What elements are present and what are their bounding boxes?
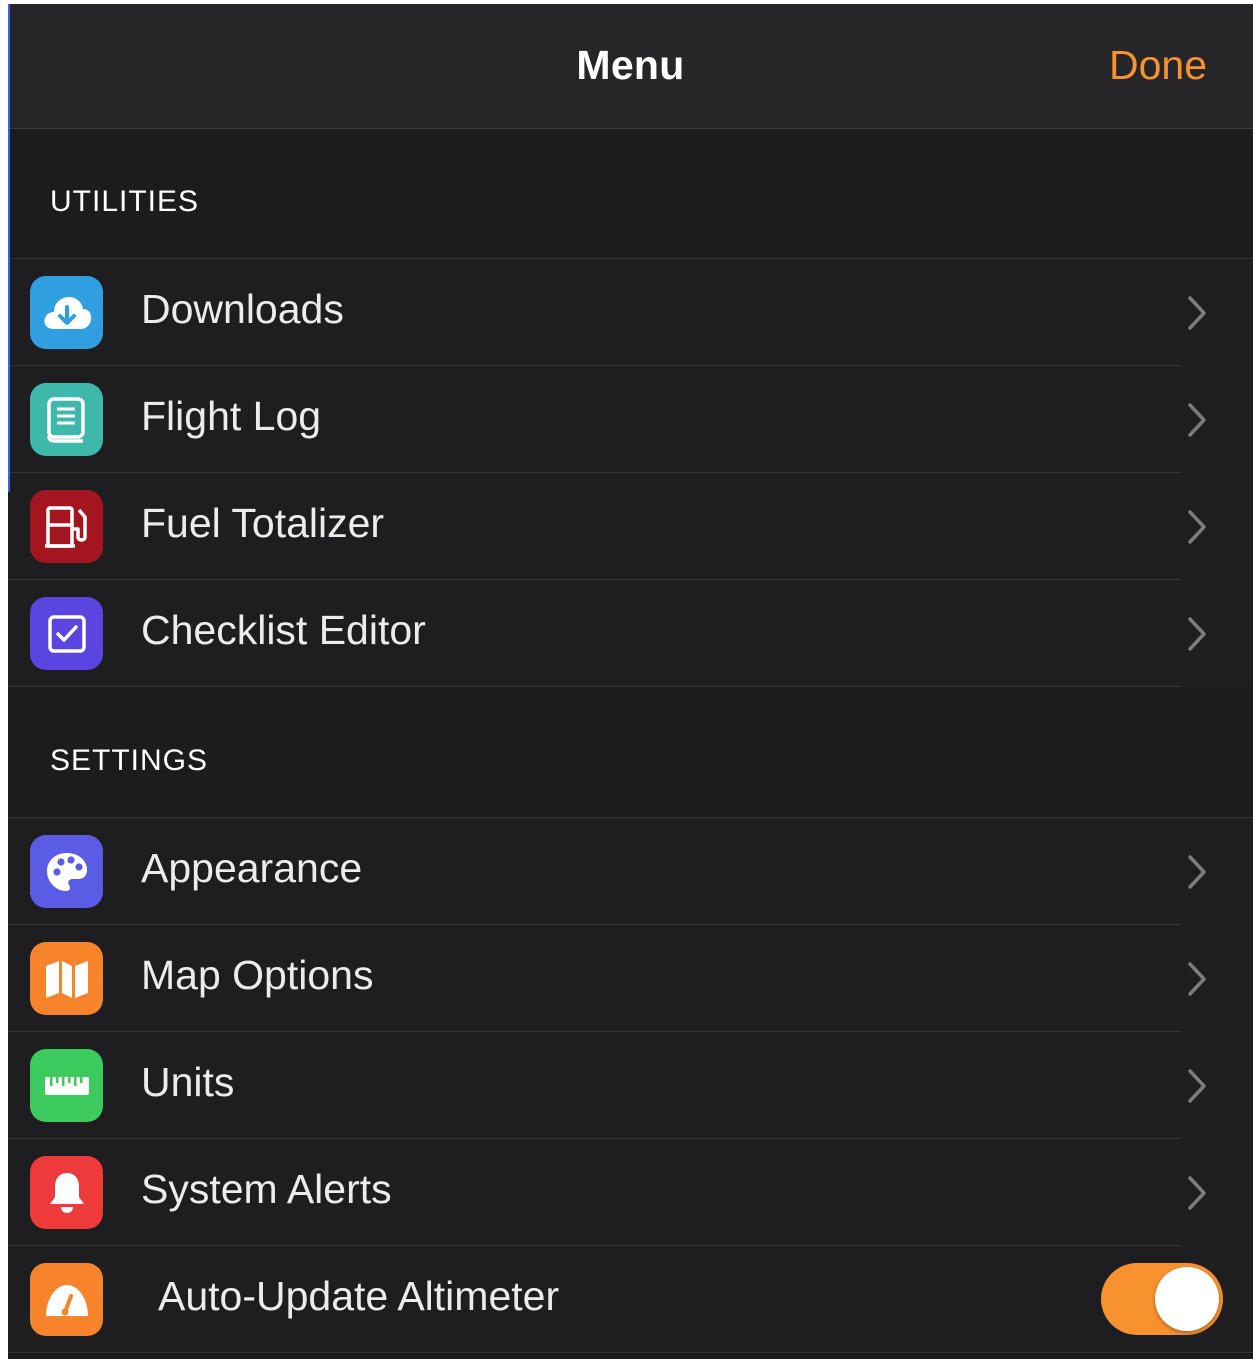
ruler-icon (30, 1049, 103, 1122)
map-icon (30, 942, 103, 1015)
chevron-right-icon (1188, 510, 1206, 544)
navigation-bar: Menu Done (8, 4, 1253, 129)
menu-item-flight-log[interactable]: Flight Log (8, 366, 1253, 473)
menu-item-label: Map Options (141, 952, 374, 998)
menu-item-appearance[interactable]: Appearance (8, 818, 1253, 925)
chevron-right-icon (1188, 962, 1206, 996)
fuel-pump-icon (30, 490, 103, 563)
chevron-right-icon (1188, 296, 1206, 330)
chevron-right-icon (1188, 855, 1206, 889)
menu-item-label: Checklist Editor (141, 607, 426, 653)
chevron-right-icon (1188, 403, 1206, 437)
altimeter-gauge-icon (30, 1263, 103, 1336)
toggle-knob (1155, 1267, 1219, 1331)
logbook-icon (30, 383, 103, 456)
chevron-right-icon (1188, 617, 1206, 651)
menu-item-label: Units (141, 1059, 235, 1105)
menu-item-label: Auto-Update Altimeter (158, 1273, 560, 1319)
section-header-settings: SETTINGS (50, 744, 209, 777)
palette-icon (30, 835, 103, 908)
menu-item-label: Appearance (141, 845, 363, 891)
menu-item-fuel-totalizer[interactable]: Fuel Totalizer (8, 473, 1253, 580)
menu-item-label: Flight Log (141, 393, 322, 439)
menu-item-auto-update-altimeter: Auto-Update Altimeter (8, 1246, 1253, 1353)
chevron-right-icon (1188, 1176, 1206, 1210)
menu-item-downloads[interactable]: Downloads (8, 259, 1253, 366)
menu-item-units[interactable]: Units (8, 1032, 1253, 1139)
utilities-group: Downloads Flight Log Fuel Totalizer Chec… (8, 258, 1253, 687)
menu-item-checklist-editor[interactable]: Checklist Editor (8, 580, 1253, 687)
menu-screen: Menu Done UTILITIES Downloads Flight Log… (8, 4, 1253, 1359)
menu-item-label: Fuel Totalizer (141, 500, 385, 546)
done-button[interactable]: Done (1109, 42, 1207, 89)
settings-group: Appearance Map Options Units System Aler… (8, 817, 1253, 1353)
left-edge-accent (8, 4, 10, 492)
menu-item-map-options[interactable]: Map Options (8, 925, 1253, 1032)
bell-icon (30, 1156, 103, 1229)
page-title: Menu (576, 42, 685, 88)
menu-item-system-alerts[interactable]: System Alerts (8, 1139, 1253, 1246)
cloud-download-icon (30, 276, 103, 349)
chevron-right-icon (1188, 1069, 1206, 1103)
menu-item-label: System Alerts (141, 1166, 392, 1212)
section-header-utilities: UTILITIES (50, 185, 200, 218)
menu-item-label: Downloads (141, 286, 344, 332)
checklist-icon (30, 597, 103, 670)
auto-update-altimeter-toggle[interactable] (1101, 1263, 1223, 1335)
